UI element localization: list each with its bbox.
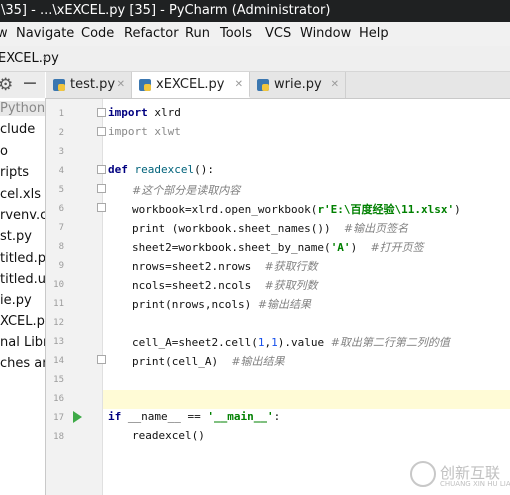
code-line-14: print(cell_A) #输出结果 (132, 355, 285, 368)
tab-label: xEXCEL.py (156, 77, 225, 92)
line-number: 1 (58, 109, 64, 119)
line-number: 2 (58, 128, 64, 138)
code-editor[interactable]: 1 2 3 4 5 6 7 8 9 10 11 12 13 14 15 16 1… (46, 99, 510, 495)
caret-line-highlight (103, 390, 510, 409)
code-line-18: readexcel() (132, 429, 205, 442)
python-file-icon (139, 79, 151, 91)
line-number: 12 (53, 318, 64, 328)
menu-code[interactable]: Code (81, 22, 114, 46)
line-number: 3 (58, 147, 64, 157)
tree-item-xexcel-py[interactable]: XCEL.py (0, 314, 45, 329)
fold-marker-icon[interactable] (97, 165, 106, 174)
menu-navigate[interactable]: Navigate (16, 22, 74, 46)
menu-vcs[interactable]: VCS (265, 22, 291, 46)
editor-tabs: test.py ✕ xEXCEL.py ✕ wrie.py ✕ (46, 72, 510, 99)
fold-marker-icon[interactable] (97, 127, 106, 136)
tab-wrie-py[interactable]: wrie.py ✕ (250, 72, 346, 98)
close-icon[interactable]: ✕ (235, 72, 243, 98)
line-number: 18 (53, 432, 64, 442)
menu-view[interactable]: w (0, 22, 8, 46)
menu-run[interactable]: Run (185, 22, 210, 46)
watermark-subtitle: CHUANG XIN HU LIAN (440, 480, 510, 488)
tree-item-untitled-ui[interactable]: titled.ui (0, 272, 45, 287)
tree-item-pyvenv-cfg[interactable]: rvenv.cfg (0, 208, 45, 223)
code-line-13: cell_A=sheet2.cell(1,1).value #取出第二行第二列的… (132, 336, 450, 349)
project-root-item[interactable]: PythonW (0, 101, 45, 116)
fold-marker-icon[interactable] (97, 355, 106, 364)
run-icon[interactable] (73, 411, 82, 423)
code-line-8: sheet2=workbook.sheet_by_name('A') #打开页签 (132, 241, 424, 254)
line-number: 15 (53, 375, 64, 385)
line-number: 5 (58, 185, 64, 195)
code-line-2: import xlwt (108, 125, 181, 138)
tab-label: wrie.py (274, 77, 322, 92)
tab-test-py[interactable]: test.py ✕ (46, 72, 132, 98)
code-line-7: print (workbook.sheet_names()) #输出页签名 (132, 222, 409, 235)
tree-item-include[interactable]: clude (0, 122, 35, 137)
line-number: 7 (58, 223, 64, 233)
python-file-icon (257, 79, 269, 91)
menu-tools[interactable]: Tools (220, 22, 252, 46)
tab-xexcel-py[interactable]: xEXCEL.py ✕ (132, 72, 250, 98)
line-number: 17 (53, 413, 64, 423)
line-number: 14 (53, 356, 64, 366)
tree-item-untitled-py[interactable]: titled.py (0, 251, 45, 266)
line-number: 6 (58, 204, 64, 214)
tree-item-scratches[interactable]: ches and (0, 356, 45, 371)
fold-marker-icon[interactable] (97, 184, 106, 193)
code-line-4: def readexcel(): (108, 163, 214, 176)
tree-item-wrie-py[interactable]: ie.py (0, 293, 32, 308)
line-number: 9 (58, 261, 64, 271)
python-file-icon (53, 79, 65, 91)
code-line-1: import xlrd (108, 106, 181, 119)
close-icon[interactable]: ✕ (331, 72, 339, 98)
breadcrumb-file[interactable]: EXCEL.py (0, 46, 59, 71)
menu-window[interactable]: Window (300, 22, 351, 46)
project-toolbar: ⚙ − (0, 72, 45, 99)
line-number: 10 (53, 280, 64, 290)
code-line-5: #这个部分是读取内容 (132, 184, 241, 197)
fold-marker-icon[interactable] (97, 203, 106, 212)
window-titlebar: \35] - ...\xEXCEL.py [35] - PyCharm (Adm… (0, 0, 510, 22)
breadcrumb: EXCEL.py › (0, 46, 510, 72)
line-number: 8 (58, 242, 64, 252)
code-line-9: nrows=sheet2.nrows #获取行数 (132, 260, 318, 273)
code-line-11: print(nrows,ncols) #输出结果 (132, 298, 312, 311)
project-tree: PythonW clude o ripts cel.xls rvenv.cfg … (0, 98, 46, 495)
menu-refactor[interactable]: Refactor (124, 22, 179, 46)
brand-logo-icon (410, 461, 436, 487)
tree-item-test-py[interactable]: st.py (0, 229, 32, 244)
menu-bar: w Navigate Code Refactor Run Tools VCS W… (0, 22, 510, 46)
code-line-10: ncols=sheet2.ncols #获取列数 (132, 279, 318, 292)
line-number: 11 (53, 299, 64, 309)
code-line-6: workbook=xlrd.open_workbook(r'E:\百度经验\11… (132, 203, 461, 216)
line-number: 13 (53, 337, 64, 347)
chevron-right-icon: › (42, 51, 48, 66)
tree-item-lib[interactable]: o (0, 144, 8, 159)
tree-item-excel-xls[interactable]: cel.xls (0, 187, 41, 202)
window-title: \35] - ...\xEXCEL.py [35] - PyCharm (Adm… (1, 3, 331, 18)
collapse-icon[interactable]: − (22, 72, 38, 94)
line-number: 16 (53, 394, 64, 404)
tree-item-external-libraries[interactable]: nal Libra (0, 335, 45, 350)
code-line-17: if __name__ == '__main__': (108, 410, 281, 423)
fold-marker-icon[interactable] (97, 108, 106, 117)
menu-help[interactable]: Help (359, 22, 389, 46)
tree-item-scripts[interactable]: ripts (0, 165, 29, 180)
close-icon[interactable]: ✕ (117, 72, 125, 98)
gear-icon[interactable]: ⚙ (0, 75, 13, 95)
tab-label: test.py (70, 77, 116, 92)
line-number: 4 (58, 166, 64, 176)
